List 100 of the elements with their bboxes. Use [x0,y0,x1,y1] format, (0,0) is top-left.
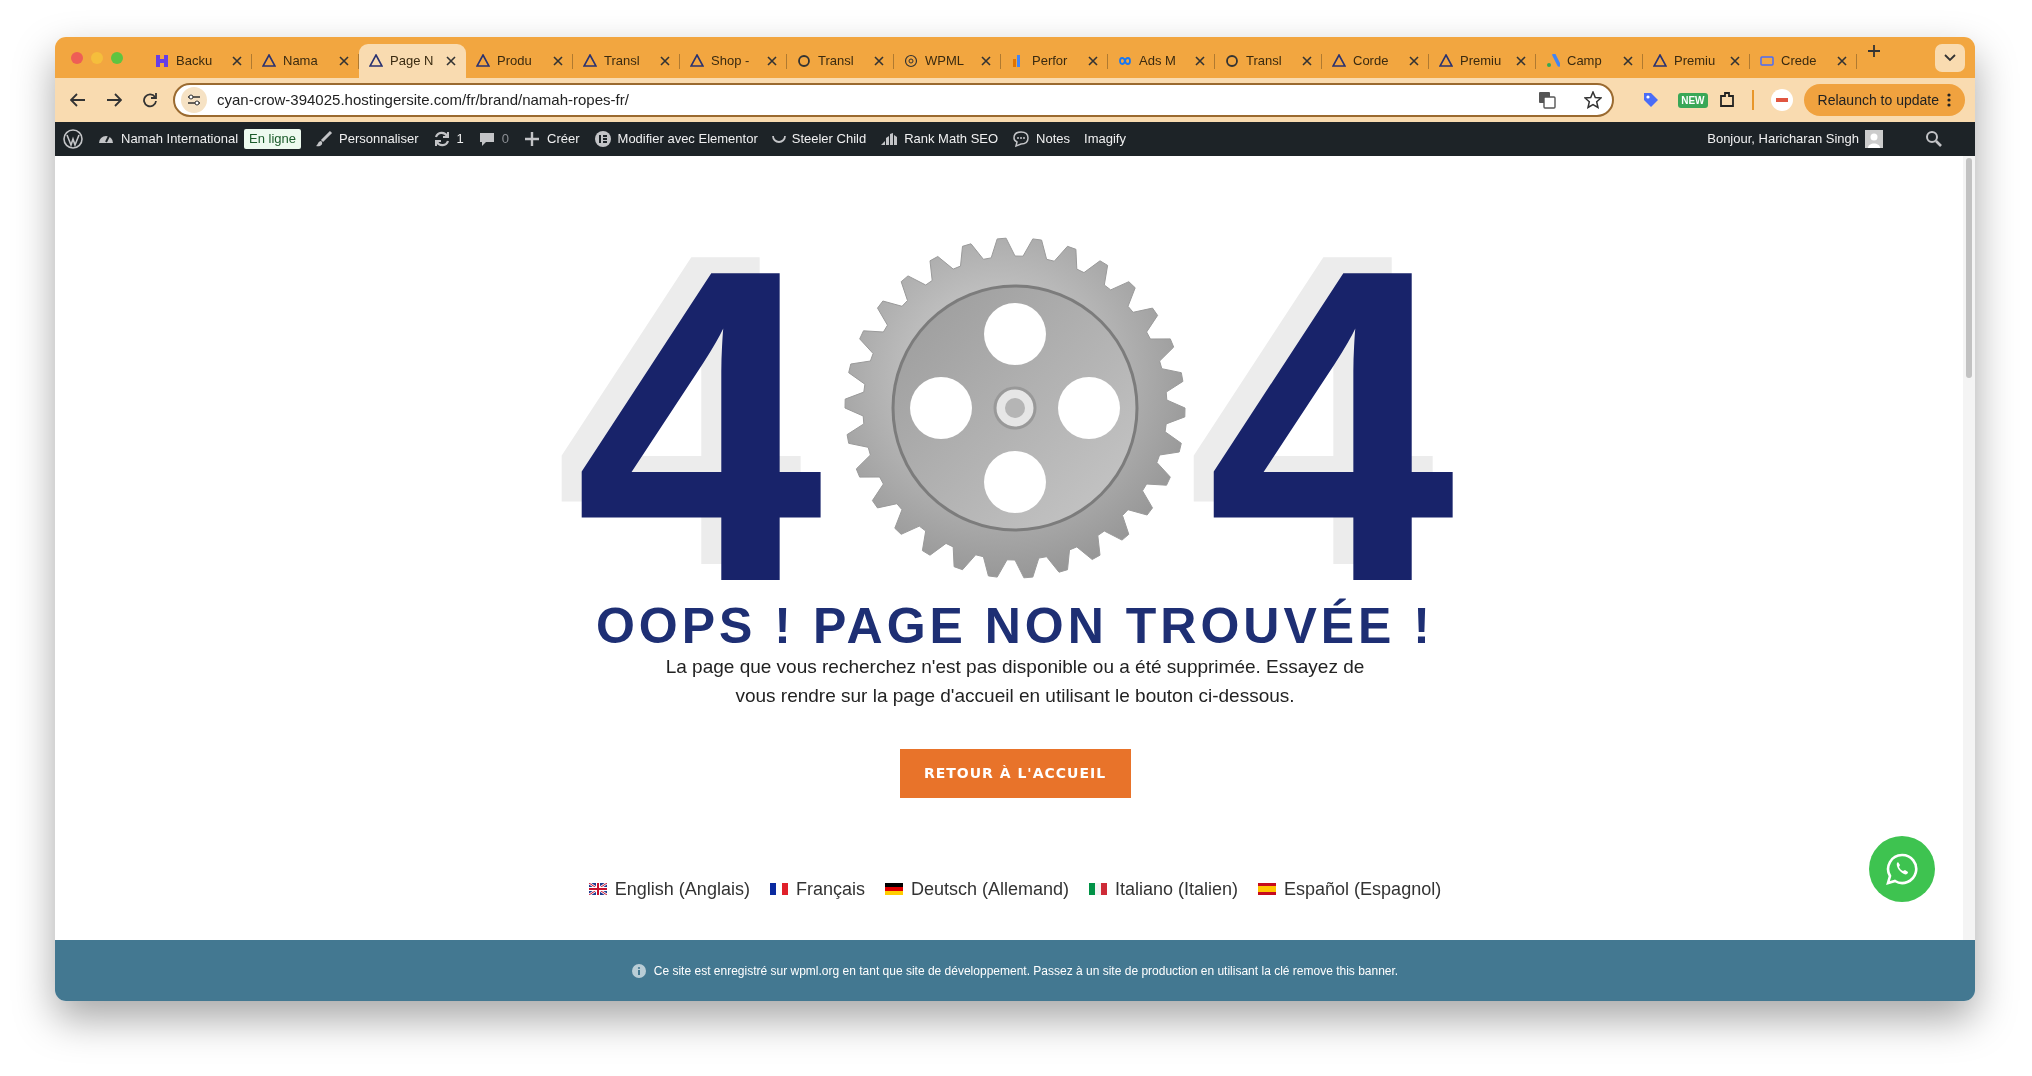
comment-bubble-icon [477,130,496,148]
brush-icon [315,130,334,148]
admin-bar-link[interactable]: Imagify [1084,129,1126,149]
admin-bar-link[interactable]: 1 [432,129,464,149]
admin-bar-link[interactable]: 0 [477,129,510,149]
close-tab-icon[interactable] [446,56,456,66]
infinity-icon [1118,54,1132,68]
mountain-icon [690,54,704,68]
mountain-icon [262,54,276,68]
new-tab-icon[interactable] [1867,43,1881,58]
browser-tab[interactable]: Shop - [680,44,787,78]
speech-bubble-icon [1012,130,1031,148]
tab-list-button[interactable] [1935,43,1965,72]
admin-bar-link[interactable]: Modifier avec Elementor [593,129,758,149]
close-tab-icon[interactable] [232,56,242,66]
flag-icon [769,883,788,896]
address-bar[interactable]: cyan-crow-394025.hostingersite.com/fr/brand/namah-ropes-fr/ [173,83,1615,117]
banner-text: Ce site est enregistré sur wpml.org en tant que site de développement. Passez à un site de production en utilisant la clé remove this banner. [653,962,1399,980]
h-logo-icon [155,54,169,68]
site-settings-button[interactable] [181,87,207,113]
close-tab-icon[interactable] [1623,56,1633,66]
language-link[interactable]: Français [769,875,865,903]
admin-bar-link[interactable]: Namah International En ligne [97,129,302,149]
url-text: cyan-crow-394025.hostingersite.com/fr/brand/namah-ropes-fr/ [217,89,630,110]
browser-tab[interactable]: Camp [1536,44,1643,78]
relaunch-button[interactable]: Relaunch to update [1803,84,1965,116]
close-tab-icon[interactable] [553,56,563,66]
close-tab-icon[interactable] [1837,56,1847,66]
forward-arrow-icon [106,93,122,107]
admin-bar-link[interactable]: Steeler Child [771,129,867,149]
browser-tab[interactable]: Page N [359,44,466,78]
tag-extension-icon[interactable] [1642,91,1661,109]
close-tab-icon[interactable] [1195,56,1205,66]
search-icon[interactable] [1925,130,1943,148]
big-digit: 4 [1207,252,1456,580]
sliders-icon [187,94,201,106]
plus-icon [523,130,542,148]
back-arrow-icon [70,93,86,107]
close-tab-icon[interactable] [1730,56,1740,66]
close-tab-icon[interactable] [981,56,991,66]
browser-tab[interactable]: Premiu [1643,44,1750,78]
mountain-icon [1332,54,1346,68]
smile-icon [771,135,786,143]
close-tab-icon[interactable] [1516,56,1526,66]
elementor-icon [593,130,612,148]
mountain-icon [369,54,383,68]
browser-tab[interactable]: WPML [894,44,1001,78]
translate-icon[interactable] [1538,91,1557,109]
flag-icon [1258,883,1277,896]
admin-bar-link[interactable]: Rank Math SEO [880,129,999,149]
browser-tab[interactable]: Perfor [1001,44,1108,78]
admin-bar-link[interactable]: Créer [523,129,580,149]
close-tab-icon[interactable] [1088,56,1098,66]
language-link[interactable]: Deutsch (Allemand) [884,875,1069,903]
error-heading: OOPS ! PAGE NON TROUVÉE ! [595,597,1434,656]
bar-chart-icon [880,130,899,148]
close-tab-icon[interactable] [339,56,349,66]
close-tab-icon[interactable] [874,56,884,66]
status-badge: En ligne [244,129,302,149]
reload-icon [142,92,158,108]
chevron-icon [1944,53,1956,62]
browser-tab[interactable]: Crede [1750,44,1857,78]
language-link[interactable]: Español (Espagnol) [1258,875,1442,903]
browser-tab[interactable]: Backu [145,44,252,78]
mountain-icon [476,54,490,68]
user-avatar-icon [1865,130,1883,148]
error-message: La page que vous recherchez n'est pas disponible ou a été supprimée. Essayez de vous rendre sur la page d'accueil en utilisant le bouton ci-dessous. [664,655,1366,709]
language-link[interactable]: Italiano (Italien) [1089,875,1239,903]
big-digit: 4 [574,252,823,580]
ring-icon [1225,54,1239,68]
browser-tab[interactable]: Produ [466,44,573,78]
info-icon [631,963,646,978]
ring-icon [797,54,811,68]
mountain-icon [1653,54,1667,68]
close-tab-icon[interactable] [1409,56,1419,66]
flag-icon [588,883,607,896]
browser-tab[interactable]: Nama [252,44,359,78]
close-tab-icon[interactable] [660,56,670,66]
more-vertical-icon [1947,93,1951,107]
browser-tab[interactable]: Transl [1215,44,1322,78]
bookmark-star-icon[interactable] [1584,91,1603,109]
flag-icon [884,883,903,896]
mountain-icon [583,54,597,68]
browser-tab[interactable]: Ads M [1108,44,1215,78]
browser-tab[interactable]: Premiu [1429,44,1536,78]
browser-tab[interactable]: Corde [1322,44,1429,78]
browser-tab[interactable]: Transl [787,44,894,78]
wordpress-logo-icon[interactable] [63,129,83,149]
admin-bar-link[interactable]: Notes [1012,129,1071,149]
browser-tab[interactable]: Transl [573,44,680,78]
scrollbar[interactable] [1963,156,1975,940]
close-tab-icon[interactable] [1302,56,1312,66]
admin-bar-link[interactable]: Personnaliser [315,129,419,149]
language-link[interactable]: English (Anglais) [588,875,750,903]
flag-icon [1089,883,1107,896]
refresh-icon [432,130,451,148]
user-greeting-link[interactable]: Bonjour, Haricharan Singh [1707,129,1883,149]
chat-phone-icon [1885,852,1919,886]
mountain-icon [1439,54,1453,68]
close-tab-icon[interactable] [767,56,777,66]
